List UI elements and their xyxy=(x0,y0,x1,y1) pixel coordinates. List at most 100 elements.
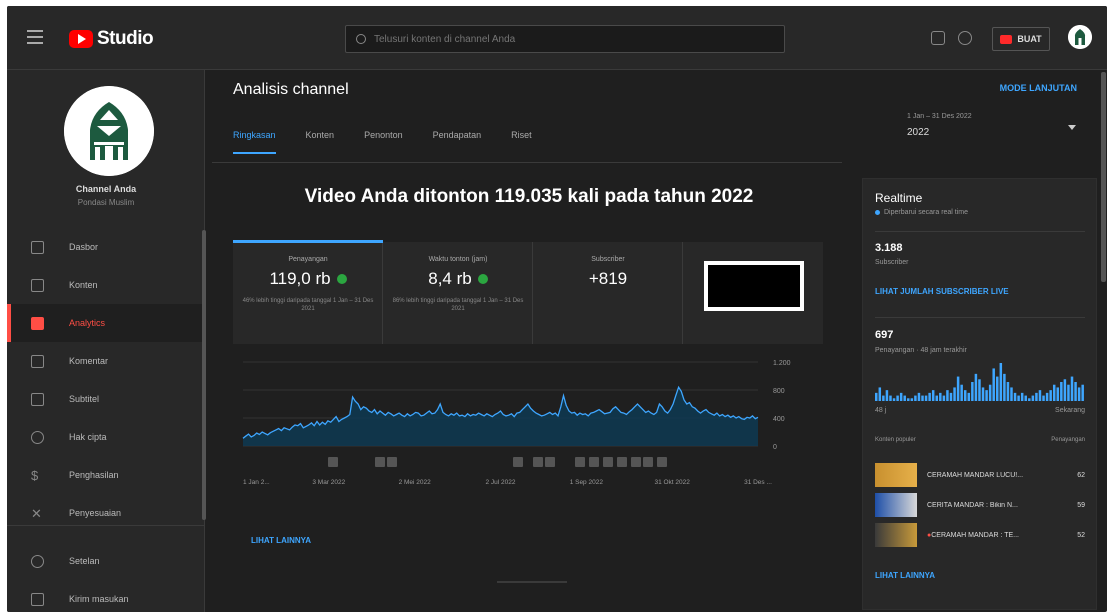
annotation-marker[interactable] xyxy=(657,457,667,467)
annotation-marker[interactable] xyxy=(643,457,653,467)
realtime-bar[interactable] xyxy=(917,392,921,401)
realtime-bar[interactable] xyxy=(1081,384,1084,401)
realtime-bar[interactable] xyxy=(931,390,935,401)
annotation-marker[interactable] xyxy=(575,457,585,467)
realtime-bar[interactable] xyxy=(878,387,882,401)
realtime-bar[interactable] xyxy=(889,395,892,401)
metric-subscribers[interactable]: Subscriber +819 xyxy=(533,242,683,344)
realtime-bar[interactable] xyxy=(910,398,914,401)
realtime-bar[interactable] xyxy=(1024,395,1027,401)
realtime-bar[interactable] xyxy=(921,395,924,401)
realtime-bar[interactable] xyxy=(882,395,885,401)
realtime-bar[interactable] xyxy=(985,390,988,401)
sidebar-item-feedback[interactable]: Kirim masukan xyxy=(7,580,205,612)
realtime-bar[interactable] xyxy=(935,395,938,401)
tab-research[interactable]: Riset xyxy=(511,130,532,154)
realtime-bar[interactable] xyxy=(1074,382,1077,401)
tab-overview[interactable]: Ringkasan xyxy=(233,130,276,154)
realtime-bar[interactable] xyxy=(1006,382,1010,401)
realtime-bar[interactable] xyxy=(942,395,946,401)
realtime-bar[interactable] xyxy=(1045,392,1049,401)
realtime-bar[interactable] xyxy=(885,390,889,401)
realtime-bar[interactable] xyxy=(996,376,999,401)
realtime-bar[interactable] xyxy=(914,395,917,401)
sidebar-item-dashboard[interactable]: Dasbor xyxy=(7,228,205,266)
hamburger-menu-icon[interactable] xyxy=(27,30,43,44)
metric-watch-time[interactable]: Waktu tonton (jam) 8,4 rb 86% lebih ting… xyxy=(383,242,533,344)
realtime-bar[interactable] xyxy=(903,395,906,401)
realtime-bar[interactable] xyxy=(971,382,974,401)
realtime-bar[interactable] xyxy=(960,384,963,401)
date-range-value[interactable]: 2022 xyxy=(907,127,929,138)
realtime-bar[interactable] xyxy=(974,373,978,401)
realtime-bar[interactable] xyxy=(992,368,995,401)
studio-logo[interactable]: Studio xyxy=(69,28,154,50)
realtime-bar[interactable] xyxy=(1077,387,1081,401)
realtime-bar[interactable] xyxy=(1020,392,1024,401)
realtime-bar[interactable] xyxy=(999,363,1003,401)
views-line-chart[interactable]: 1.200 800 400 0 1 Jan 2... 3 Mar 2022 2 Mei 20… xyxy=(233,354,823,519)
feedback-icon[interactable] xyxy=(931,31,945,45)
date-dropdown-icon[interactable] xyxy=(1068,125,1076,130)
channel-avatar[interactable] xyxy=(64,86,154,176)
popular-item[interactable]: CERAMAH MANDAR LUCU!... 62 xyxy=(875,463,1085,487)
realtime-bar[interactable] xyxy=(946,390,949,401)
realtime-see-more-link[interactable]: LIHAT LAINNYA xyxy=(875,571,935,580)
realtime-bar[interactable] xyxy=(967,392,971,401)
annotation-marker[interactable] xyxy=(513,457,523,467)
popular-item[interactable]: CERITA MANDAR : Bikin N... 59 xyxy=(875,493,1085,517)
realtime-bar[interactable] xyxy=(956,376,960,401)
realtime-bar[interactable] xyxy=(1049,390,1052,401)
realtime-bar[interactable] xyxy=(1013,392,1017,401)
advanced-mode-link[interactable]: MODE LANJUTAN xyxy=(957,83,1077,93)
realtime-bar[interactable] xyxy=(907,398,910,401)
realtime-bar[interactable] xyxy=(924,395,928,401)
annotation-marker[interactable] xyxy=(617,457,627,467)
realtime-bar[interactable] xyxy=(1070,376,1074,401)
tab-revenue[interactable]: Pendapatan xyxy=(433,130,482,154)
annotation-marker[interactable] xyxy=(533,457,543,467)
metric-views[interactable]: Penayangan 119,0 rb 46% lebih tinggi dar… xyxy=(233,240,383,344)
sidebar-item-comments[interactable]: Komentar xyxy=(7,342,205,380)
realtime-bar[interactable] xyxy=(1010,387,1013,401)
realtime-bar[interactable] xyxy=(875,392,878,401)
realtime-bar[interactable] xyxy=(1063,379,1067,401)
popular-item[interactable]: ●CERAMAH MANDAR : TE... 52 xyxy=(875,523,1085,547)
realtime-bar[interactable] xyxy=(928,392,931,401)
page-scrollbar[interactable] xyxy=(1101,72,1106,282)
tab-content[interactable]: Konten xyxy=(306,130,335,154)
live-subscriber-link[interactable]: LIHAT JUMLAH SUBSCRIBER LIVE xyxy=(875,287,1009,296)
see-more-link[interactable]: LIHAT LAINNYA xyxy=(251,536,311,545)
annotation-marker[interactable] xyxy=(589,457,599,467)
annotation-marker[interactable] xyxy=(545,457,555,467)
help-icon[interactable] xyxy=(958,31,972,45)
realtime-bar[interactable] xyxy=(1038,390,1042,401)
realtime-bar[interactable] xyxy=(981,387,985,401)
realtime-bar[interactable] xyxy=(1003,373,1006,401)
realtime-bar[interactable] xyxy=(896,395,899,401)
realtime-bar[interactable] xyxy=(988,384,992,401)
annotation-marker[interactable] xyxy=(375,457,385,467)
realtime-bar[interactable] xyxy=(953,387,956,401)
sidebar-item-copyright[interactable]: Hak cipta xyxy=(7,418,205,456)
sidebar-item-earn[interactable]: $ Penghasilan xyxy=(7,456,205,494)
create-button[interactable]: BUAT xyxy=(992,27,1050,51)
account-avatar[interactable] xyxy=(1068,25,1092,49)
realtime-bar[interactable] xyxy=(1042,395,1045,401)
annotation-marker[interactable] xyxy=(631,457,641,467)
realtime-bar[interactable] xyxy=(1060,382,1063,401)
realtime-bar[interactable] xyxy=(899,392,903,401)
realtime-bar[interactable] xyxy=(1052,384,1056,401)
realtime-bar[interactable] xyxy=(939,392,942,401)
realtime-bar[interactable] xyxy=(1056,387,1060,401)
realtime-bar[interactable] xyxy=(1035,392,1038,401)
realtime-bar[interactable] xyxy=(1031,395,1035,401)
realtime-bar[interactable] xyxy=(892,398,896,401)
main-scrollbar[interactable] xyxy=(497,581,567,583)
realtime-bar[interactable] xyxy=(963,390,967,401)
sidebar-item-analytics[interactable]: Analytics xyxy=(7,304,205,342)
date-range-label[interactable]: 1 Jan – 31 Des 2022 xyxy=(907,113,972,120)
sidebar-item-settings[interactable]: Setelan xyxy=(7,542,205,580)
realtime-bar[interactable] xyxy=(1067,384,1070,401)
realtime-bar[interactable] xyxy=(1028,398,1031,401)
